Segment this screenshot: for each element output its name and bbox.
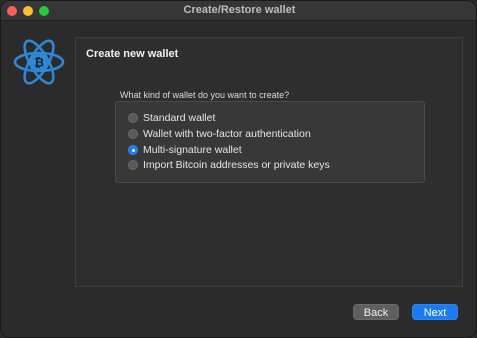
electrum-logo-icon: ₿: [13, 37, 65, 87]
back-button[interactable]: Back: [353, 304, 399, 320]
svg-text:₿: ₿: [34, 56, 44, 70]
option-standard-wallet[interactable]: Standard wallet: [128, 111, 215, 125]
radio-button-selected[interactable]: [128, 145, 138, 155]
wallet-wizard-window: Create/Restore wallet ₿ Create new walle…: [0, 0, 477, 338]
wizard-panel: Create new wallet What kind of wallet do…: [75, 37, 463, 287]
option-two-factor-wallet[interactable]: Wallet with two-factor authentication: [128, 127, 311, 141]
title-bar[interactable]: Create/Restore wallet: [1, 1, 476, 21]
option-label: Wallet with two-factor authentication: [143, 128, 311, 140]
radio-button[interactable]: [128, 129, 138, 139]
page-title: Create new wallet: [86, 48, 179, 60]
option-label: Import Bitcoin addresses or private keys: [143, 159, 330, 171]
next-button[interactable]: Next: [412, 304, 458, 320]
wallet-type-group: Standard wallet Wallet with two-factor a…: [115, 101, 425, 183]
wallet-type-question: What kind of wallet do you want to creat…: [120, 90, 290, 100]
option-import-keys[interactable]: Import Bitcoin addresses or private keys: [128, 158, 330, 172]
radio-button[interactable]: [128, 160, 138, 170]
radio-button[interactable]: [128, 113, 138, 123]
option-multisig-wallet[interactable]: Multi-signature wallet: [128, 143, 242, 157]
window-title: Create/Restore wallet: [183, 4, 296, 16]
option-label: Multi-signature wallet: [143, 144, 242, 156]
option-label: Standard wallet: [143, 112, 216, 124]
